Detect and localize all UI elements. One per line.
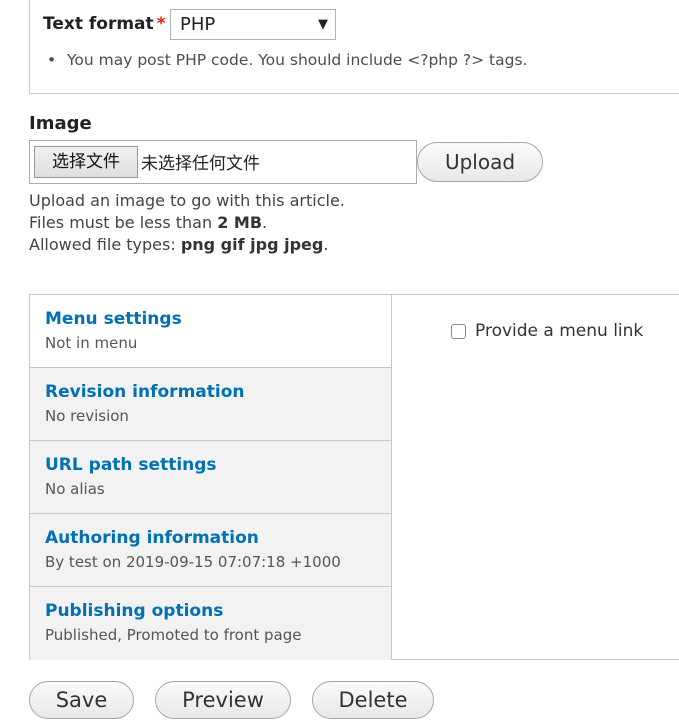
tab-title[interactable]: Authoring information — [45, 528, 259, 548]
image-file-input[interactable]: 选择文件 未选择任何文件 — [29, 140, 417, 184]
tab-publishing-options[interactable]: Publishing options Published, Promoted t… — [30, 587, 391, 660]
image-size-value: 2 MB — [217, 213, 263, 232]
save-button[interactable]: Save — [29, 681, 134, 719]
tab-title[interactable]: Publishing options — [45, 601, 223, 621]
vertical-tabs: Menu settings Not in menu Revision infor… — [29, 294, 679, 660]
tab-revision-information[interactable]: Revision information No revision — [30, 368, 391, 441]
choose-file-button[interactable]: 选择文件 — [34, 146, 138, 178]
tab-title[interactable]: Revision information — [45, 382, 244, 402]
image-allowed-types: Allowed file types: png gif jpg jpeg. — [29, 235, 329, 254]
image-field-label: Image — [29, 113, 92, 134]
tab-menu-settings[interactable]: Menu settings Not in menu — [30, 295, 391, 368]
tab-url-path-settings[interactable]: URL path settings No alias — [30, 441, 391, 514]
dropdown-arrow-icon: ▼ — [318, 17, 328, 32]
tab-authoring-information[interactable]: Authoring information By test on 2019-09… — [30, 514, 391, 587]
delete-button[interactable]: Delete — [312, 681, 434, 719]
tab-title[interactable]: Menu settings — [45, 309, 182, 329]
preview-button[interactable]: Preview — [155, 681, 291, 719]
provide-menu-link-checkbox[interactable] — [451, 324, 466, 339]
provide-menu-link-label[interactable]: Provide a menu link — [475, 321, 643, 341]
image-description-line: Upload an image to go with this article. — [29, 191, 345, 210]
tab-title[interactable]: URL path settings — [45, 455, 217, 475]
image-size-limit: Files must be less than 2 MB. — [29, 213, 268, 232]
no-file-chosen-text: 未选择任何文件 — [141, 154, 260, 174]
text-format-selected-value: PHP — [180, 14, 216, 35]
upload-button[interactable]: Upload — [417, 142, 543, 182]
vertical-tabs-list: Menu settings Not in menu Revision infor… — [30, 295, 392, 660]
image-types-value: png gif jpg jpeg — [180, 235, 324, 254]
tab-summary: No revision — [45, 407, 129, 425]
text-format-label: Text format * — [43, 14, 166, 34]
tab-summary: No alias — [45, 480, 105, 498]
text-format-select[interactable]: PHP ▼ — [170, 9, 336, 40]
tab-summary: Not in menu — [45, 334, 138, 352]
required-marker: * — [156, 14, 166, 34]
text-format-tip: • You may post PHP code. You should inclu… — [47, 51, 528, 69]
tab-summary: By test on 2019-09-15 07:07:18 +1000 — [45, 553, 341, 571]
tab-summary: Published, Promoted to front page — [45, 626, 302, 644]
bullet-icon: • — [47, 51, 57, 69]
